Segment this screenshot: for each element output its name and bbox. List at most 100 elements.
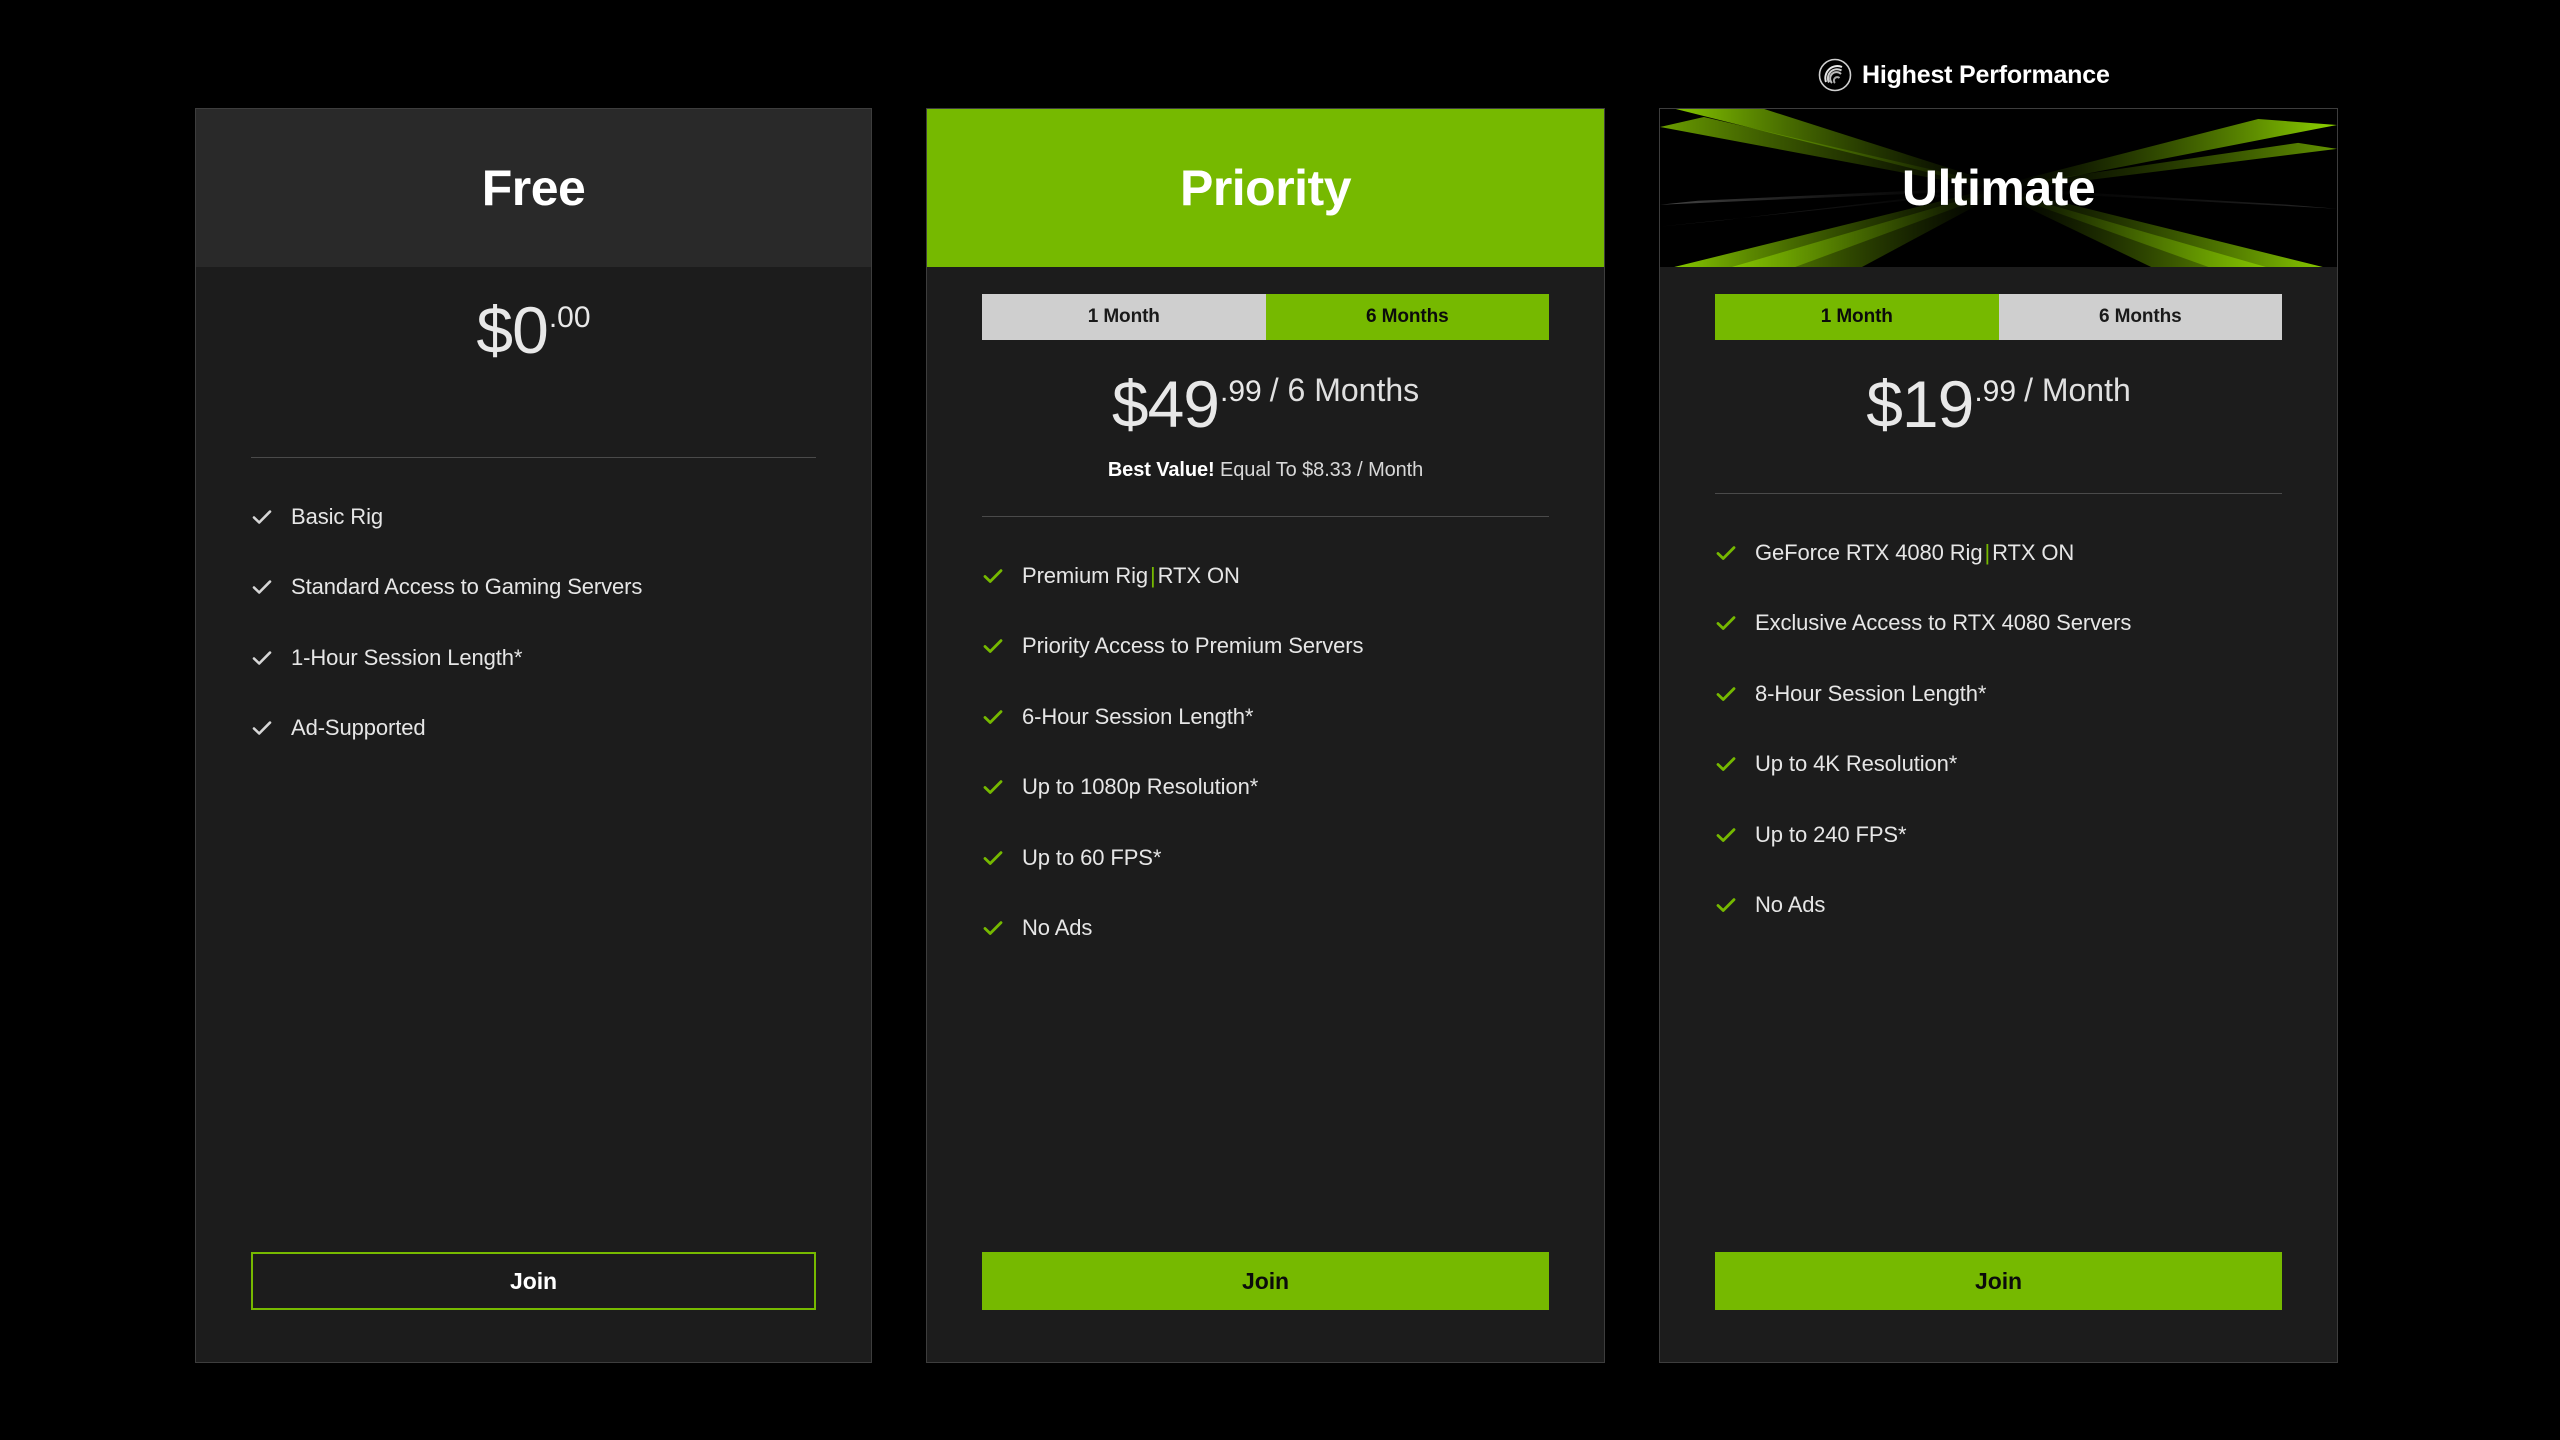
feature-label: 8-Hour Session Length* (1755, 680, 1987, 706)
pricing-page: Highest Performance Free $0 .00 Basic Ri… (0, 0, 2560, 1440)
check-icon (982, 917, 1004, 939)
list-item: Premium Rig|RTX ON (982, 563, 1549, 589)
price-block-free: $0 .00 (251, 293, 816, 363)
feature-list-priority: Premium Rig|RTX ON Priority Access to Pr… (982, 517, 1549, 985)
price-period: / 6 Months (1269, 372, 1420, 408)
header-spacer (251, 267, 816, 293)
list-item: 6-Hour Session Length* (982, 704, 1549, 730)
feature-label: Up to 240 FPS* (1755, 821, 1907, 847)
list-item: No Ads (1715, 892, 2282, 918)
list-item: 1-Hour Session Length* (251, 645, 816, 671)
billing-toggle-wrap-ultimate: 1 Month 6 Months (1715, 267, 2282, 367)
performance-gauge-icon (1818, 58, 1852, 92)
check-icon (982, 847, 1004, 869)
price-line: $49 .99 / 6 Months (982, 371, 1549, 437)
toggle-option-6-months[interactable]: 6 Months (1265, 294, 1549, 340)
price-amount: $49 (1111, 367, 1220, 441)
best-value-label: Best Value! (1107, 459, 1215, 481)
feature-label: No Ads (1022, 914, 1093, 940)
list-item: 8-Hour Session Length* (1715, 681, 2282, 707)
check-icon (982, 565, 1004, 587)
toggle-option-1-month[interactable]: 1 Month (982, 294, 1266, 340)
list-item: Up to 4K Resolution* (1715, 751, 2282, 777)
feature-separator: | (1150, 563, 1156, 588)
check-icon (251, 506, 273, 528)
list-item: Up to 240 FPS* (1715, 822, 2282, 848)
plan-header-priority: Priority (927, 109, 1604, 267)
check-icon (251, 717, 273, 739)
feature-label: Up to 1080p Resolution* (1022, 774, 1259, 800)
pricing-cards: Free $0 .00 Basic Rig Standard Access to… (195, 108, 2338, 1363)
check-icon (1715, 683, 1737, 705)
join-button-free[interactable]: Join (251, 1252, 816, 1310)
billing-toggle-priority[interactable]: 1 Month 6 Months (982, 294, 1549, 340)
feature-text-secondary: RTX ON (1992, 540, 2075, 565)
toggle-option-6-months[interactable]: 6 Months (1998, 294, 2282, 340)
plan-body-priority: 1 Month 6 Months $49 .99 / 6 Months Best… (927, 267, 1604, 1362)
plan-card-free: Free $0 .00 Basic Rig Standard Access to… (195, 108, 872, 1363)
best-value-detail: Equal To $8.33 / Month (1220, 459, 1424, 481)
feature-label: GeForce RTX 4080 Rig|RTX ON (1755, 540, 2074, 566)
check-icon (251, 647, 273, 669)
check-icon (1715, 542, 1737, 564)
plan-body-free: $0 .00 Basic Rig Standard Access to Gami… (196, 267, 871, 1362)
billing-toggle-wrap-priority: 1 Month 6 Months (982, 267, 1549, 367)
feature-label: Basic Rig (291, 504, 384, 529)
check-icon (1715, 894, 1737, 916)
feature-label: Up to 60 FPS* (1022, 844, 1162, 870)
feature-label: No Ads (1755, 891, 1826, 917)
check-icon (982, 706, 1004, 728)
check-icon (1715, 753, 1737, 775)
plan-header-ultimate: Ultimate (1660, 109, 2337, 267)
check-icon (1715, 824, 1737, 846)
list-item: No Ads (982, 915, 1549, 941)
feature-list-ultimate: GeForce RTX 4080 Rig|RTX ON Exclusive Ac… (1715, 494, 2282, 962)
feature-label: Standard Access to Gaming Servers (291, 574, 643, 600)
price-amount: $19 (1866, 367, 1974, 441)
list-item: Up to 60 FPS* (982, 845, 1549, 871)
plan-card-ultimate: Ultimate 1 Month 6 Months $19 .99 / Mont… (1659, 108, 2338, 1363)
feature-text-secondary: RTX ON (1157, 563, 1240, 588)
check-icon (1715, 612, 1737, 634)
plan-body-ultimate: 1 Month 6 Months $19 .99 / Month GeForce… (1660, 267, 2337, 1362)
list-item: Basic Rig (251, 504, 816, 530)
billing-toggle-ultimate[interactable]: 1 Month 6 Months (1715, 294, 2282, 340)
highest-performance-label: Highest Performance (1862, 60, 2110, 89)
feature-label: Ad-Supported (291, 715, 426, 741)
cta-wrap: Join (982, 1252, 1549, 1362)
price-cents: .99 (1974, 375, 2017, 408)
check-icon (251, 576, 273, 598)
plan-header-free: Free (196, 109, 871, 267)
feature-separator: | (1984, 540, 1991, 565)
join-button-priority[interactable]: Join (982, 1252, 1549, 1310)
join-button-ultimate[interactable]: Join (1715, 1252, 2282, 1310)
feature-text-primary: GeForce RTX 4080 Rig (1755, 540, 1983, 565)
feature-list-free: Basic Rig Standard Access to Gaming Serv… (251, 458, 816, 786)
check-icon (982, 776, 1004, 798)
plan-title-free: Free (481, 160, 586, 216)
price-line: $0 .00 (251, 297, 816, 363)
feature-label: 6-Hour Session Length* (1022, 703, 1254, 729)
price-period: / Month (2024, 372, 2131, 408)
price-cents: .99 (1220, 375, 1262, 408)
price-amount: $0 (476, 293, 548, 367)
check-icon (982, 635, 1004, 657)
list-item: Up to 1080p Resolution* (982, 774, 1549, 800)
list-item: Exclusive Access to RTX 4080 Servers (1715, 610, 2282, 636)
plan-title-priority: Priority (1179, 160, 1352, 216)
plan-title-ultimate: Ultimate (1901, 160, 2096, 216)
feature-text-primary: Premium Rig (1022, 563, 1149, 588)
price-block-priority: $49 .99 / 6 Months Best Value! Equal To … (982, 367, 1549, 482)
cta-wrap: Join (1715, 1252, 2282, 1362)
price-line: $19 .99 / Month (1715, 371, 2282, 437)
toggle-option-1-month[interactable]: 1 Month (1715, 294, 1999, 340)
list-item: GeForce RTX 4080 Rig|RTX ON (1715, 540, 2282, 566)
list-item: Ad-Supported (251, 715, 816, 741)
highest-performance-badge: Highest Performance (1818, 58, 2110, 92)
best-value-note: Best Value! Equal To $8.33 / Month (982, 459, 1549, 482)
price-cents: .00 (548, 301, 591, 334)
plan-card-priority: Priority 1 Month 6 Months $49 .99 / 6 Mo… (926, 108, 1605, 1363)
price-block-ultimate: $19 .99 / Month (1715, 367, 2282, 459)
feature-label: Up to 4K Resolution* (1755, 751, 1958, 777)
cta-wrap: Join (251, 1252, 816, 1362)
